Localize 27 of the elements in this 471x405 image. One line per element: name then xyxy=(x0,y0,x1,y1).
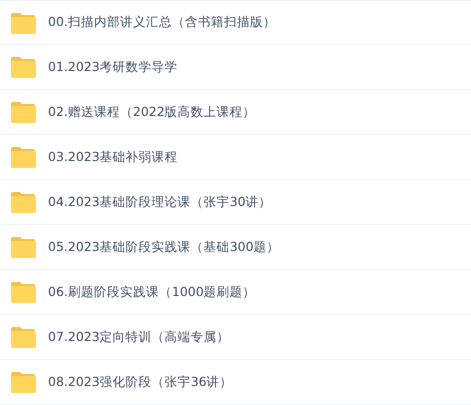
folder-row[interactable]: 03.2023基础补弱课程 xyxy=(0,135,471,180)
folder-name: 08.2023强化阶段（张宇36讲） xyxy=(48,372,233,391)
folder-icon xyxy=(10,101,36,123)
folder-icon xyxy=(10,236,36,258)
folder-row[interactable]: 01.2023考研数学导学 xyxy=(0,45,471,90)
folder-row[interactable]: 02.赠送课程（2022版高数上课程） xyxy=(0,90,471,135)
folder-icon xyxy=(10,12,36,34)
folder-icon xyxy=(10,56,36,78)
folder-name: 04.2023基础阶段理论课（张宇30讲） xyxy=(48,192,272,211)
folder-name: 00.扫描内部讲义汇总（含书籍扫描版） xyxy=(48,13,276,32)
folder-icon xyxy=(10,146,36,168)
folder-name: 03.2023基础补弱课程 xyxy=(48,148,178,166)
folder-icon xyxy=(10,281,36,303)
folder-row[interactable]: 05.2023基础阶段实践课（基础300题） xyxy=(0,225,471,270)
folder-name: 02.赠送课程（2022版高数上课程） xyxy=(48,102,256,121)
folder-name: 06.刷题阶段实践课（1000题刷题） xyxy=(48,282,256,301)
folder-icon xyxy=(10,371,36,393)
folder-name: 07.2023定向特训（高端专属） xyxy=(48,328,230,346)
folder-row[interactable]: 04.2023基础阶段理论课（张宇30讲） xyxy=(0,180,471,225)
folder-row[interactable]: 07.2023定向特训（高端专属） xyxy=(0,315,471,360)
folder-icon xyxy=(10,191,36,213)
folder-name: 01.2023考研数学导学 xyxy=(48,58,178,76)
folder-icon xyxy=(10,326,36,348)
folder-name: 05.2023基础阶段实践课（基础300题） xyxy=(48,238,280,256)
folder-row[interactable]: 06.刷题阶段实践课（1000题刷题） xyxy=(0,270,471,315)
folder-row[interactable]: 08.2023强化阶段（张宇36讲） xyxy=(0,360,471,405)
folder-row[interactable]: 00.扫描内部讲义汇总（含书籍扫描版） xyxy=(0,0,471,45)
